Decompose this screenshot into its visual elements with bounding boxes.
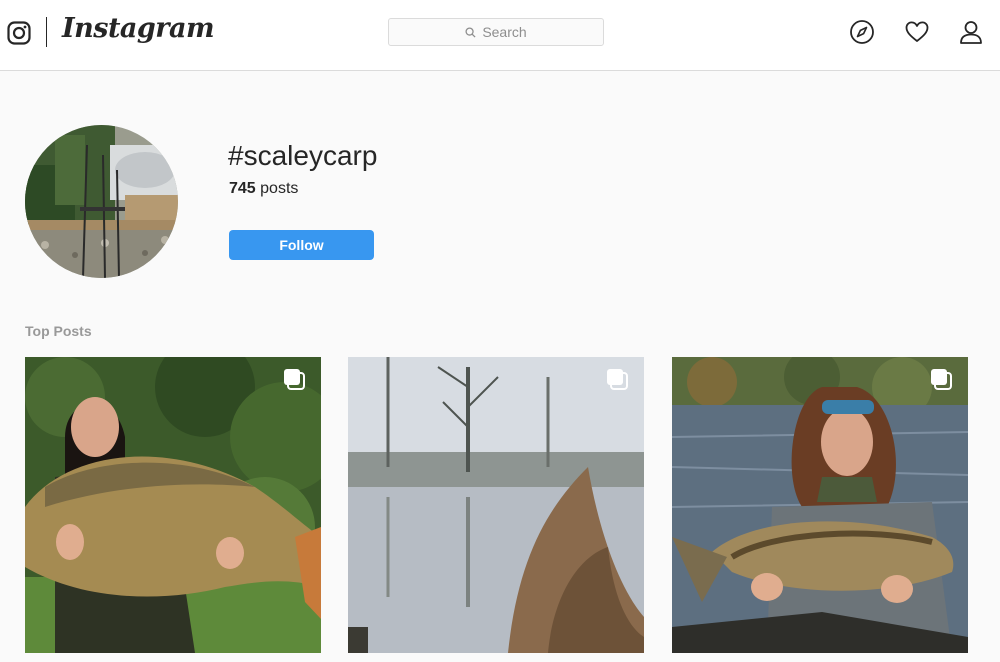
post-thumbnail-3[interactable] [672,357,968,653]
multiple-images-icon [284,369,305,390]
multiple-images-icon [607,369,628,390]
top-posts-heading: Top Posts [25,323,92,339]
post-count-label: posts [260,180,299,197]
multiple-images-icon [931,369,952,390]
hashtag-title: #scaleycarp [228,140,378,171]
follow-button[interactable]: Follow [229,230,374,260]
profile-person-icon[interactable] [958,19,984,45]
post-thumbnail-1[interactable] [25,357,321,653]
instagram-glyph-icon[interactable] [7,21,31,45]
logo-divider [46,17,47,47]
top-navigation-bar: Instagram Search [0,0,1000,71]
search-input[interactable]: Search [388,18,604,46]
post-thumbnail-2[interactable] [348,357,644,653]
search-icon [465,26,476,38]
post-count: 745 posts [229,180,298,198]
hashtag-avatar [25,125,178,278]
search-placeholder: Search [482,24,527,40]
post-count-number: 745 [229,180,256,197]
activity-heart-icon[interactable] [904,19,930,45]
explore-compass-icon[interactable] [849,19,875,45]
instagram-wordmark-logo[interactable]: Instagram [62,13,215,44]
